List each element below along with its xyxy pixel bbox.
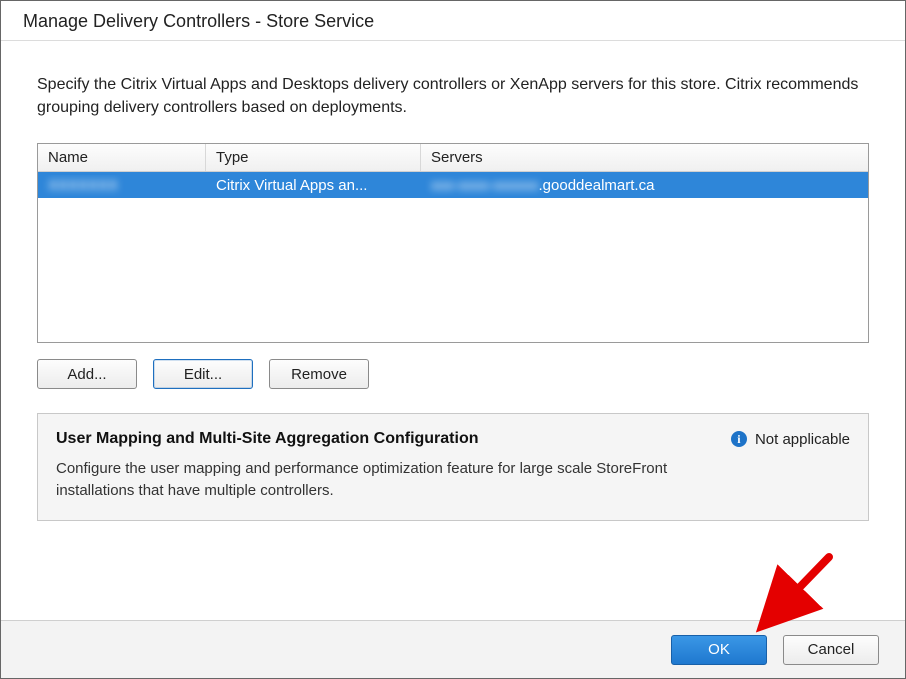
- cell-type: Citrix Virtual Apps an...: [206, 175, 421, 196]
- col-header-name[interactable]: Name: [38, 144, 206, 171]
- table-header: Name Type Servers: [38, 144, 868, 172]
- aggregation-panel: User Mapping and Multi-Site Aggregation …: [37, 413, 869, 521]
- controllers-table[interactable]: Name Type Servers XXXXXXX Citrix Virtual…: [37, 143, 869, 343]
- redacted-text: xxx-xxxx-xxxxxx: [431, 177, 539, 194]
- remove-button[interactable]: Remove: [269, 359, 369, 389]
- panel-status-text: Not applicable: [755, 431, 850, 448]
- col-header-type[interactable]: Type: [206, 144, 421, 171]
- table-buttons: Add... Edit... Remove: [37, 359, 869, 389]
- cell-servers: xxx-xxxx-xxxxxx.gooddealmart.ca: [421, 175, 868, 196]
- edit-button[interactable]: Edit...: [153, 359, 253, 389]
- redacted-text: XXXXXXX: [48, 177, 118, 194]
- ok-button[interactable]: OK: [671, 635, 767, 665]
- table-row[interactable]: XXXXXXX Citrix Virtual Apps an... xxx-xx…: [38, 172, 868, 198]
- panel-status: i Not applicable: [731, 431, 850, 448]
- dialog-title: Manage Delivery Controllers - Store Serv…: [1, 1, 905, 41]
- info-icon: i: [731, 431, 747, 447]
- add-button[interactable]: Add...: [37, 359, 137, 389]
- panel-header: User Mapping and Multi-Site Aggregation …: [56, 430, 850, 448]
- panel-title: User Mapping and Multi-Site Aggregation …: [56, 430, 479, 448]
- cancel-button[interactable]: Cancel: [783, 635, 879, 665]
- dialog-footer: OK Cancel: [1, 620, 905, 678]
- col-header-servers[interactable]: Servers: [421, 144, 868, 171]
- servers-suffix: .gooddealmart.ca: [539, 177, 655, 194]
- intro-text: Specify the Citrix Virtual Apps and Desk…: [37, 73, 869, 119]
- dialog-window: Manage Delivery Controllers - Store Serv…: [0, 0, 906, 679]
- cell-name: XXXXXXX: [38, 175, 206, 196]
- dialog-content: Specify the Citrix Virtual Apps and Desk…: [1, 41, 905, 620]
- panel-description: Configure the user mapping and performan…: [56, 458, 676, 502]
- table-body: XXXXXXX Citrix Virtual Apps an... xxx-xx…: [38, 172, 868, 342]
